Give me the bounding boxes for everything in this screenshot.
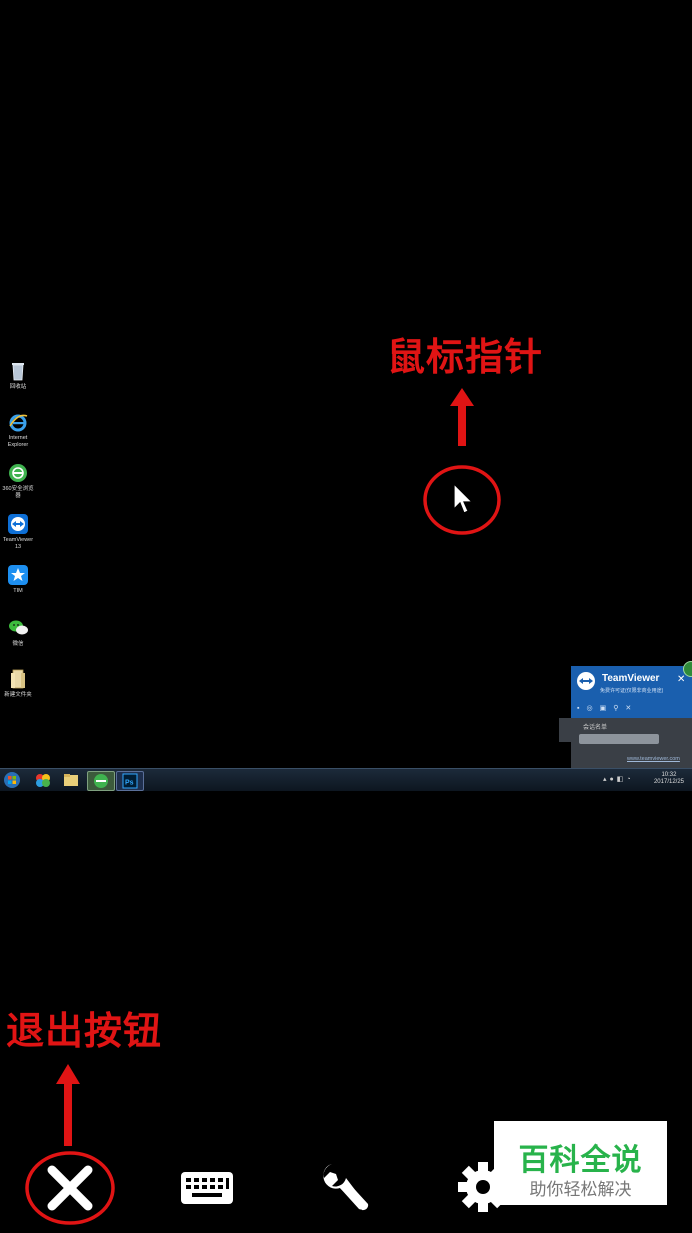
taskbar-app-explorer[interactable] xyxy=(58,771,84,789)
taskbar-app-photoshop[interactable]: Ps xyxy=(116,771,144,791)
start-button[interactable] xyxy=(2,771,22,789)
desktop-icon-label: 微信 xyxy=(12,641,24,647)
windows-start-icon xyxy=(4,772,20,788)
taskbar-clock[interactable]: 10:32 2017/12/25 xyxy=(654,772,684,786)
svg-text:Ps: Ps xyxy=(125,780,134,787)
internet-explorer-icon xyxy=(9,414,28,432)
desktop-icon-label: 回收站 xyxy=(9,384,27,390)
desktop-icon-label: 360安全浏览器 xyxy=(2,486,34,499)
wrench-icon xyxy=(323,1164,369,1211)
desktop-icon-label: TIM xyxy=(13,588,23,594)
exit-button[interactable] xyxy=(24,1150,116,1228)
tim-icon xyxy=(8,565,28,585)
teamviewer-session-list[interactable]: 会话名单 www.teamviewer.com xyxy=(571,718,692,768)
desktop-icon-tim[interactable]: TIM xyxy=(0,564,36,595)
mouse-pointer-annotation: 鼠标指针 xyxy=(387,335,544,379)
teamviewer-side-tab[interactable] xyxy=(559,718,571,742)
teamviewer-subtitle: 免费许可证(仅限非商业用途) xyxy=(600,688,664,694)
keyboard-icon xyxy=(181,1172,233,1204)
keyboard-button[interactable] xyxy=(180,1170,234,1206)
wechat-icon xyxy=(9,620,28,635)
360-browser-icon xyxy=(9,464,27,482)
teamviewer-title: TeamViewer xyxy=(602,673,660,684)
session-entry[interactable] xyxy=(579,734,659,744)
360-browser-icon xyxy=(94,774,108,788)
desktop-icon-label: TeamViewer 13 xyxy=(2,537,34,550)
desktop-icon-teamviewer[interactable]: TeamViewer 13 xyxy=(0,513,36,550)
desktop-icon-label: Internet Explorer xyxy=(7,435,29,448)
desktop-icon-internet-explorer[interactable]: Internet Explorer xyxy=(0,411,36,448)
teamviewer-toolbar[interactable]: ▪◎▣⚲✕ xyxy=(577,704,638,712)
teamviewer-icon xyxy=(8,514,28,534)
mouse-pointer-arrow-icon xyxy=(450,388,474,446)
desktop-icon-recycle-bin[interactable]: 回收站 xyxy=(0,360,36,391)
taskbar-app-360-browser[interactable] xyxy=(87,771,115,791)
taskbar: Ps ▴●◧◔ 10:32 2017/12/25 xyxy=(0,768,692,791)
teamviewer-section-label: 会话名单 xyxy=(583,725,608,731)
folder-icon xyxy=(64,774,78,786)
desktop-icon-360-browser[interactable]: 360安全浏览器 xyxy=(0,462,36,499)
desktop-icon-wechat[interactable]: 微信 xyxy=(0,617,36,648)
teamviewer-logo-icon xyxy=(577,672,595,690)
teamviewer-link[interactable]: www.teamviewer.com xyxy=(627,756,680,762)
exit-button-annotation: 退出按钮 xyxy=(6,1009,163,1053)
folder-icon xyxy=(11,669,25,689)
desktop-icon-label: 新建文件夹 xyxy=(4,692,32,698)
system-tray-icons[interactable]: ▴●◧◔ xyxy=(603,775,634,783)
exit-button-arrow-icon xyxy=(56,1064,80,1146)
close-icon xyxy=(25,1151,115,1225)
tools-button[interactable] xyxy=(318,1160,374,1216)
teamviewer-status-dot xyxy=(683,661,692,677)
photoshop-icon: Ps xyxy=(122,773,138,789)
taskbar-app-colorful[interactable] xyxy=(30,771,56,789)
close-icon[interactable]: ✕ xyxy=(677,674,685,685)
teamviewer-panel[interactable]: TeamViewer 免费许可证(仅限非商业用途) ✕ ▪◎▣⚲✕ 会话名单 w… xyxy=(571,666,692,768)
watermark-title: 百科全说 xyxy=(518,1143,643,1178)
recycle-bin-icon xyxy=(12,363,24,381)
desktop-icon-new-folder[interactable]: 新建文件夹 xyxy=(0,668,36,699)
watermark-subtitle: 助你轻松解决 xyxy=(529,1180,632,1200)
taskbar-time: 10:32 xyxy=(661,772,677,778)
watermark: 百科全说 助你轻松解决 xyxy=(494,1121,667,1205)
mouse-cursor-icon xyxy=(453,482,474,514)
taskbar-date: 2017/12/25 xyxy=(653,779,684,785)
colorful-app-icon xyxy=(36,774,50,787)
